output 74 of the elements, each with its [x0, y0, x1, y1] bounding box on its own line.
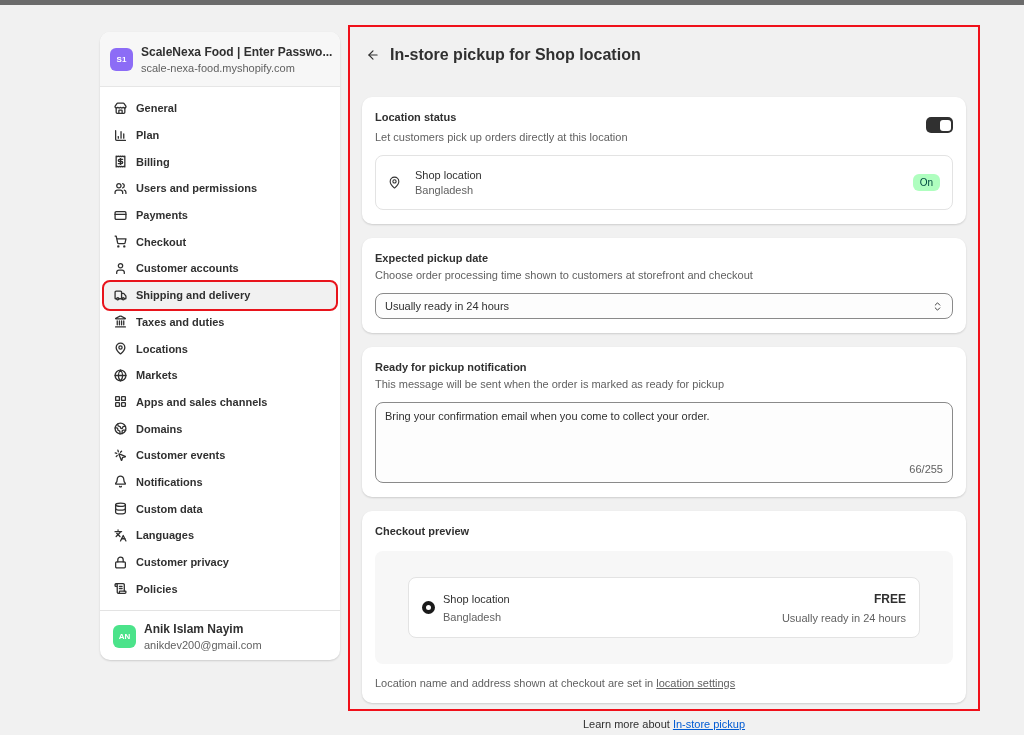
lock-icon — [114, 555, 127, 569]
card-description: Choose order processing time shown to customers at storefront and checkout — [375, 269, 754, 281]
store-domain: scale-nexa-food.myshopify.com — [141, 61, 296, 74]
user-email: anikdev200@gmail.com — [144, 639, 262, 652]
card-description: Let customers pick up orders directly at this location — [375, 131, 628, 143]
users-icon — [114, 181, 127, 195]
store-header[interactable]: S1 ScaleNexa Food | Enter Passwo... scale-nexa-food.myshopify.com — [100, 32, 340, 87]
truck-icon — [114, 288, 127, 302]
grid-icon — [114, 395, 127, 409]
card-title: Expected pickup date — [375, 252, 490, 264]
receipt-icon — [114, 155, 127, 169]
card-title: Checkout preview — [375, 525, 471, 537]
learn-more-text: Learn more about In-store pickup — [581, 718, 747, 731]
nav-item[interactable]: Markets — [104, 361, 336, 389]
pickup-option[interactable]: Shop location Bangladesh FREE Usually ready in 24 hours — [408, 577, 920, 638]
cart-icon — [114, 235, 127, 249]
bell-icon — [114, 475, 127, 489]
nav-item[interactable]: Payments — [104, 201, 336, 229]
nav-item[interactable]: Plan — [104, 121, 336, 149]
card-description: This message will be sent when the order is marked as ready for pickup — [375, 378, 726, 390]
chart-icon — [114, 128, 127, 142]
card-title: Location status — [375, 111, 458, 123]
language-icon — [114, 528, 127, 542]
nav-item[interactable]: Customer accounts — [104, 255, 336, 282]
location-settings-link[interactable]: location settings — [656, 677, 736, 689]
option-price: FREE — [874, 591, 906, 606]
user-name: Anik Islam Nayim — [144, 622, 245, 637]
nav-item[interactable]: Shipping and delivery — [104, 281, 336, 309]
nav-item[interactable]: Notifications — [104, 468, 336, 496]
nav-item[interactable]: Domains — [104, 415, 336, 442]
location-name: Shop location — [415, 169, 482, 181]
option-name: Shop location — [443, 592, 510, 605]
radio-button[interactable] — [422, 601, 435, 614]
store-avatar: S1 — [110, 47, 133, 71]
building-icon — [114, 315, 127, 329]
nav-item[interactable]: Customer privacy — [104, 548, 336, 576]
character-counter: 66/255 — [909, 463, 943, 475]
message-field[interactable]: Bring your confirmation email when you come to collect your order. 66/255 — [375, 402, 953, 483]
nav-item[interactable]: Customer events — [104, 441, 336, 469]
user-avatar: AN — [113, 625, 136, 649]
nav-item[interactable]: Billing — [104, 148, 336, 176]
nav-item[interactable]: Taxes and duties — [104, 308, 336, 336]
option-country: Bangladesh — [443, 610, 503, 623]
nav-item[interactable]: Locations — [104, 335, 336, 362]
person-icon — [114, 261, 127, 275]
nav-item[interactable]: Policies — [104, 575, 336, 603]
globe-icon — [114, 422, 127, 436]
database-icon — [114, 502, 127, 516]
store-icon — [114, 101, 127, 115]
message-text: Bring your confirmation email when you come to collect your order. — [385, 410, 711, 422]
chevrons-icon — [932, 300, 943, 312]
pickup-time-select[interactable]: Usually ready in 24 hours — [375, 293, 953, 319]
page-title: In-store pickup for Shop location — [390, 46, 641, 64]
pin-icon — [114, 342, 127, 356]
pointer-icon — [114, 448, 127, 462]
globe-icon — [114, 368, 127, 382]
nav-item[interactable]: Languages — [104, 522, 336, 549]
location-country: Bangladesh — [415, 184, 475, 196]
pin-icon — [388, 176, 401, 189]
card-title: Ready for pickup notification — [375, 361, 528, 373]
nav-item[interactable]: Users and permissions — [104, 175, 336, 202]
pickup-help-link[interactable]: In-store pickup — [672, 718, 746, 730]
user-account[interactable]: AN Anik Islam Nayim anikdev200@gmail.com — [100, 610, 340, 661]
settings-note: Location name and address shown at checkout are set in location settings — [375, 677, 737, 689]
nav-item[interactable]: General — [104, 95, 336, 122]
option-eta: Usually ready in 24 hours — [781, 611, 906, 624]
status-badge: On — [912, 174, 940, 191]
nav-item[interactable]: Custom data — [104, 495, 336, 522]
toggle-switch[interactable] — [926, 117, 953, 133]
scroll-icon — [114, 582, 127, 596]
store-name: ScaleNexa Food | Enter Passwo... — [141, 44, 330, 59]
nav-item[interactable]: Apps and sales channels — [104, 388, 336, 416]
card-icon — [114, 208, 127, 222]
nav-item[interactable]: Checkout — [104, 228, 336, 256]
